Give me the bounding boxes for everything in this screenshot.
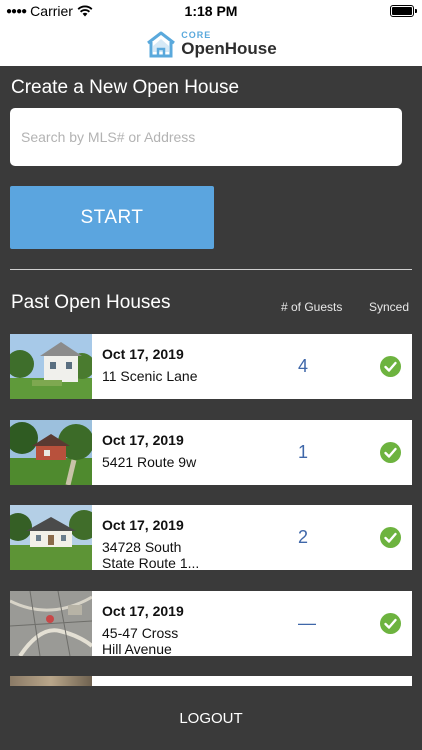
row-date: Oct 17, 2019 — [102, 602, 184, 619]
row-date: Oct 17, 2019 — [102, 431, 184, 448]
row-address-line1: 5421 Route 9w — [102, 453, 197, 470]
row-address: 34728 South State Route 1... — [102, 539, 272, 571]
house-photo — [10, 419, 92, 485]
row-date: Oct 17, 2019 — [102, 346, 184, 362]
search-input[interactable] — [10, 108, 402, 166]
open-house-row[interactable]: Oct 17, 2019 34728 South State Route 1..… — [10, 505, 412, 571]
logout-button[interactable]: LOGOUT — [0, 710, 422, 727]
row-guest-count: 4 — [298, 356, 309, 376]
row-info: Oct 17, 2019 5421 Route 9w — [92, 420, 272, 485]
row-guest-count: 1 — [298, 441, 309, 462]
row-guest-count: 2 — [298, 527, 309, 547]
open-house-row[interactable]: Oct 17, 2019 11 Scenic Lane 4 — [10, 334, 412, 399]
house-photo — [10, 676, 92, 686]
wifi-icon — [77, 5, 93, 17]
row-date: Oct 17, 2019 — [102, 517, 184, 533]
guests-column-header: # of Guests — [281, 300, 343, 314]
battery-icon — [390, 5, 417, 17]
row-info: Oct 17, 2019 34728 South State Route 1..… — [92, 505, 272, 571]
status-bar-left: ●●●● Carrier — [6, 3, 93, 19]
row-info: Oct 17, 2019 11 Scenic Lane — [92, 334, 272, 399]
row-address: 45-47 Cross Hill Avenue — [102, 625, 272, 657]
row-address-line2: Hill Avenue — [102, 640, 172, 657]
open-house-row-partial[interactable] — [10, 676, 412, 686]
row-address: 5421 Route 9w — [102, 454, 272, 470]
status-bar: ●●●● Carrier 1:18 PM — [0, 0, 422, 22]
plat-map-photo — [10, 590, 92, 656]
synced-check-icon — [380, 527, 401, 548]
start-button[interactable]: START — [10, 186, 214, 249]
section-divider — [10, 269, 412, 270]
create-section-title: Create a New Open House — [11, 77, 240, 98]
logo-text: CORE OpenHouse — [181, 31, 277, 58]
past-section-title: Past Open Houses — [11, 292, 171, 313]
row-address: 11 Scenic Lane — [102, 368, 272, 384]
house-photo — [10, 334, 92, 399]
open-house-row[interactable]: Oct 17, 2019 5421 Route 9w 1 — [10, 419, 412, 485]
row-guest-count: — — [298, 612, 316, 633]
app-header: CORE OpenHouse — [0, 22, 422, 66]
signal-strength-icon: ●●●● — [6, 5, 27, 17]
logo-openhouse-text: OpenHouse — [181, 39, 277, 58]
row-address-line1: 34728 South — [102, 539, 182, 555]
synced-check-icon — [380, 356, 401, 377]
footer: LOGOUT — [0, 688, 422, 750]
synced-check-icon — [380, 612, 401, 634]
house-logo-icon — [147, 31, 176, 58]
row-address-line2: State Route 1... — [102, 555, 200, 571]
row-address-line1: 11 Scenic Lane — [102, 368, 198, 384]
carrier-label: Carrier — [30, 3, 73, 19]
app-logo: CORE OpenHouse — [145, 30, 277, 58]
house-photo — [10, 505, 92, 570]
past-open-houses-list: Oct 17, 2019 11 Scenic Lane 4 Oct 17, 20… — [10, 334, 412, 676]
row-address-line1: 45-47 Cross — [102, 624, 179, 641]
synced-column-header: Synced — [369, 300, 410, 314]
synced-check-icon — [380, 441, 401, 463]
open-house-row[interactable]: Oct 17, 2019 45-47 Cross Hill Avenue — — [10, 590, 412, 657]
row-info: Oct 17, 2019 45-47 Cross Hill Avenue — [92, 591, 272, 657]
battery-fill — [392, 7, 412, 15]
